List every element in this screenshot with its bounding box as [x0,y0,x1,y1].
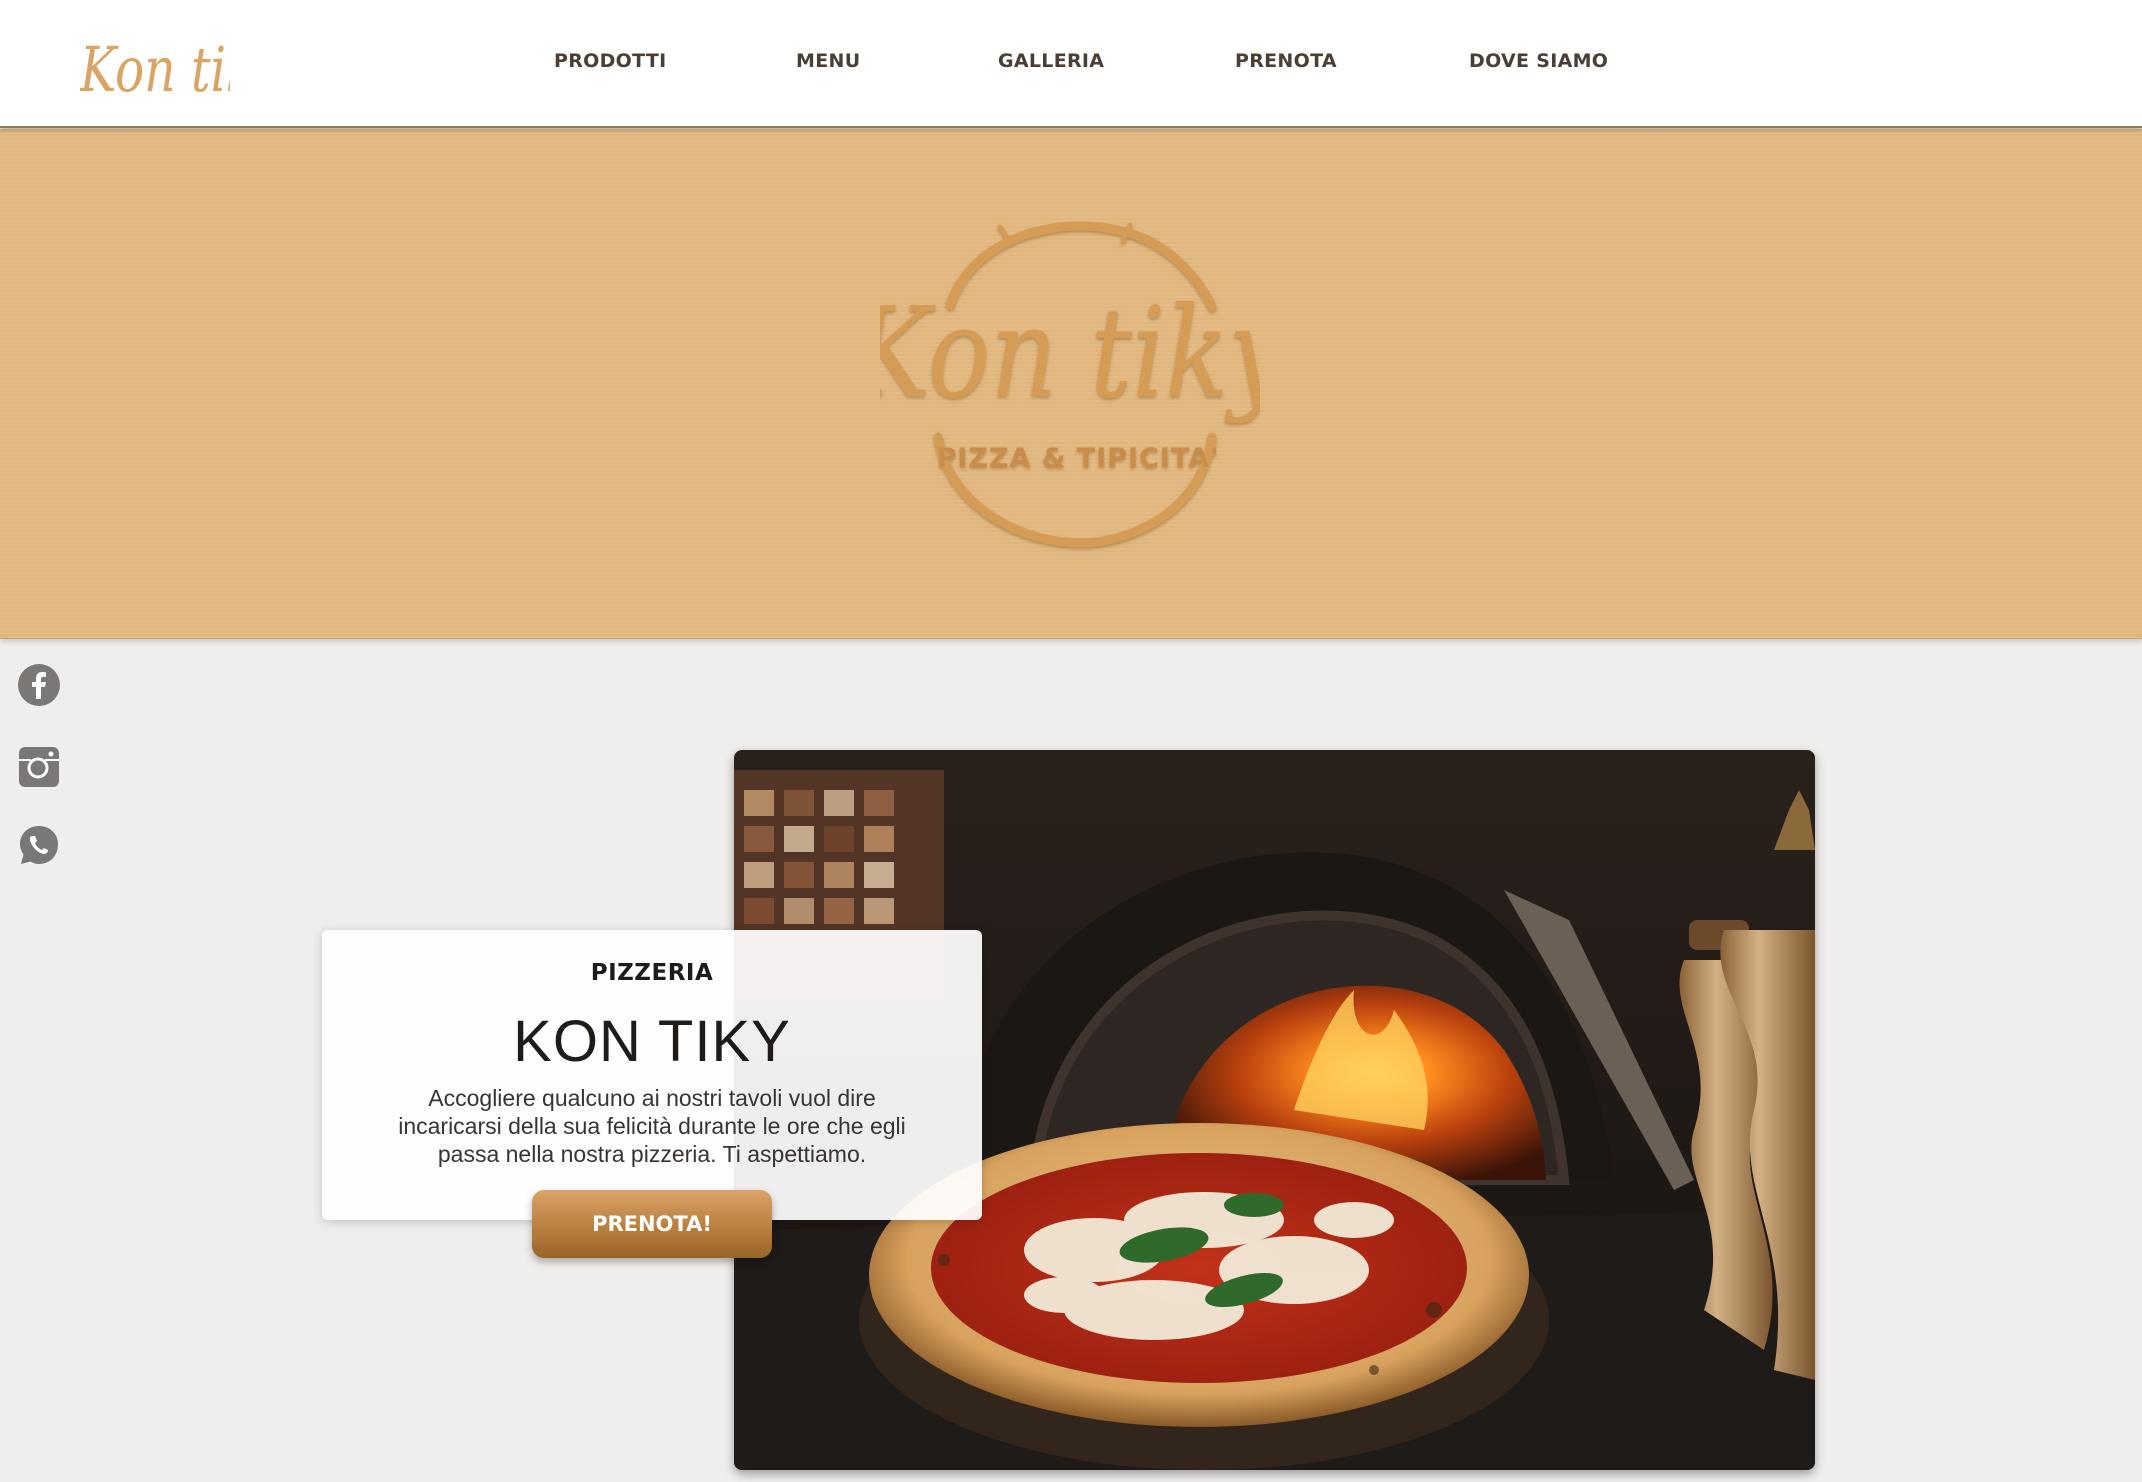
hero-description: Accogliere qualcuno ai nostri tavoli vuo… [398,1085,906,1167]
hero-card: PIZZERIA KON TIKY Accogliere qualcuno ai… [322,930,982,1220]
site-header: Kon tiky PRODOTTI MENU GALLERIA PRENOTA … [0,0,2142,128]
whatsapp-icon[interactable] [16,822,62,868]
hero-banner: Kon tiky PIZZA & TIPICITA' [0,129,2142,639]
svg-text:Kon tiky: Kon tiky [80,34,230,106]
nav-prenota[interactable]: PRENOTA [1235,50,1337,72]
nav-dove-siamo[interactable]: DOVE SIAMO [1469,50,1608,72]
svg-text:Kon tiky: Kon tiky [880,281,1260,427]
hero-kicker: PIZZERIA [590,960,714,986]
svg-text:PIZZA & TIPICITA': PIZZA & TIPICITA' [937,443,1220,474]
nav-prodotti[interactable]: PRODOTTI [554,50,666,72]
nav-galleria[interactable]: GALLERIA [998,50,1104,72]
hero-title: KON TIKY [513,1009,791,1074]
banner-logo: Kon tiky PIZZA & TIPICITA' [880,221,1260,548]
facebook-icon[interactable] [16,662,62,708]
instagram-icon[interactable] [16,744,62,790]
nav-menu[interactable]: MENU [796,50,860,72]
header-logo[interactable]: Kon tiky [80,22,230,108]
prenota-button[interactable]: PRENOTA! [532,1190,772,1258]
